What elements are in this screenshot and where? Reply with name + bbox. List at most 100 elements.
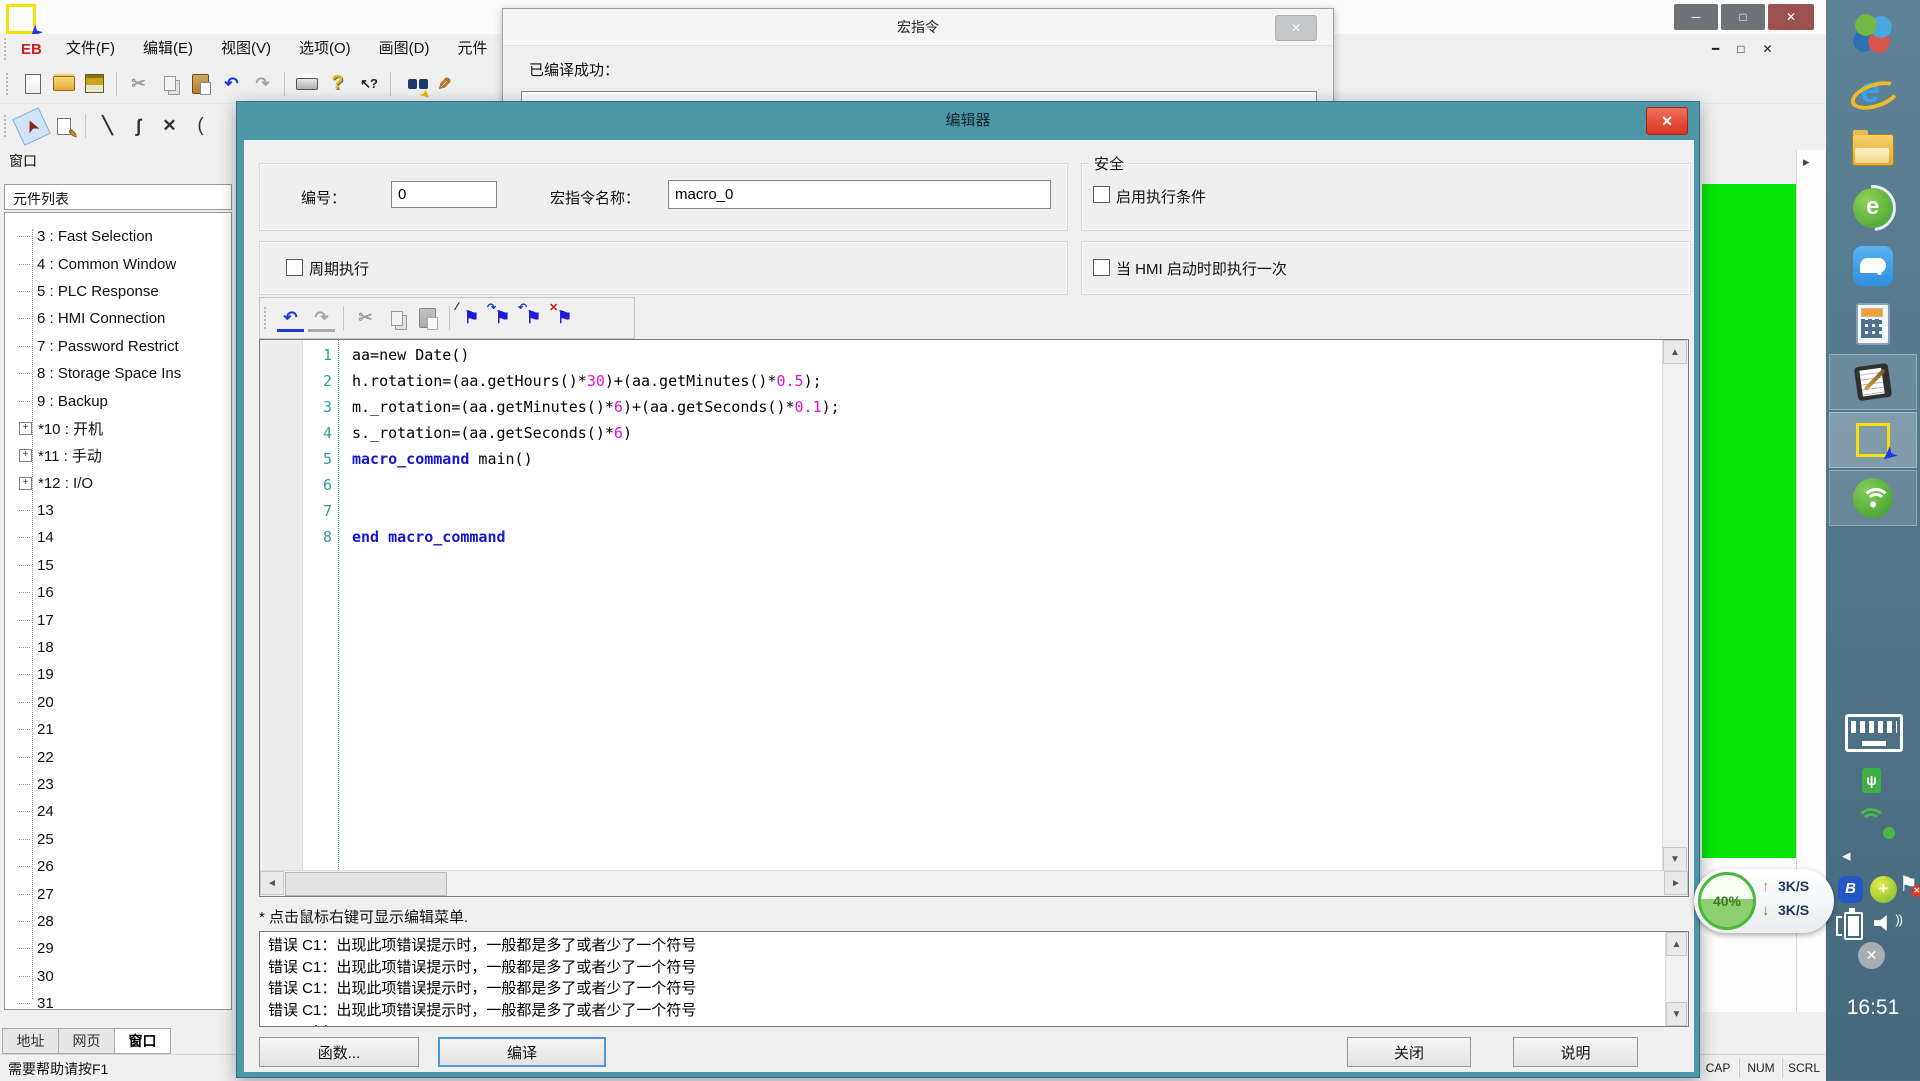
open-file-icon[interactable]: [50, 70, 77, 97]
tree-item[interactable]: 24: [5, 798, 231, 825]
tree-item[interactable]: 8 : Storage Space Ins: [5, 360, 231, 387]
tree-item[interactable]: +*11 : 手动: [5, 442, 231, 469]
pointer-icon[interactable]: ➤: [12, 107, 51, 146]
tree-item[interactable]: 27: [5, 880, 231, 907]
tree-item[interactable]: 18: [5, 634, 231, 661]
hscroll-thumb[interactable]: [285, 872, 447, 896]
tree-item[interactable]: 30: [5, 963, 231, 990]
code-line[interactable]: 5macro_command main(): [260, 450, 1640, 476]
editor-close-icon[interactable]: [1646, 107, 1688, 135]
tree-item[interactable]: 20: [5, 689, 231, 716]
curve-icon[interactable]: ʃ: [125, 113, 152, 140]
code-line[interactable]: 8end macro_command: [260, 528, 1640, 554]
copy-icon[interactable]: [156, 70, 183, 97]
tree-item[interactable]: 31: [5, 990, 231, 1010]
tree-item[interactable]: 13: [5, 497, 231, 524]
copy-icon[interactable]: [383, 305, 410, 332]
flag-prev-icon[interactable]: ⚑↶: [520, 305, 547, 332]
restore-button[interactable]: □: [1721, 4, 1765, 30]
editor-dialog-titlebar[interactable]: 编辑器: [237, 102, 1699, 140]
child-restore-button[interactable]: □: [1737, 42, 1744, 56]
code-line[interactable]: 6: [260, 476, 1640, 502]
battery-icon[interactable]: [1844, 912, 1863, 940]
find-icon[interactable]: [399, 70, 426, 97]
close-button[interactable]: 关闭: [1347, 1037, 1471, 1067]
enable-condition-checkbox[interactable]: [1093, 186, 1110, 203]
tree-item[interactable]: 15: [5, 552, 231, 579]
close-button[interactable]: ✕: [1768, 4, 1814, 30]
child-minimize-button[interactable]: ━: [1712, 42, 1719, 56]
volume-icon[interactable]: [1874, 910, 1902, 936]
tree-item[interactable]: 17: [5, 606, 231, 633]
tree-item[interactable]: +*10 : 开机: [5, 415, 231, 442]
scroll-down-icon[interactable]: ▼: [1666, 1002, 1687, 1026]
disconnect-icon[interactable]: ✕: [1858, 942, 1885, 969]
green-browser-taskbar-button[interactable]: [1829, 180, 1917, 236]
flag-next-icon[interactable]: ⚑↷: [489, 305, 516, 332]
error-line[interactable]: 错误 C1：出现此项错误提示时，一般都是多了或者少了一个符号: [260, 978, 1688, 1000]
explorer-taskbar-button[interactable]: [1829, 122, 1917, 178]
redo-icon[interactable]: ↷: [249, 70, 276, 97]
panel-tab-网页[interactable]: 网页: [58, 1028, 115, 1054]
functions-button[interactable]: 函数...: [259, 1037, 419, 1067]
tree-item[interactable]: 4 : Common Window: [5, 250, 231, 277]
code-line[interactable]: 3m._rotation=(aa.getMinutes()*6)+(aa.get…: [260, 398, 1640, 424]
help-icon[interactable]: ?: [324, 70, 351, 97]
new-file-icon[interactable]: [19, 70, 46, 97]
tree-item[interactable]: 22: [5, 743, 231, 770]
expand-plus-icon[interactable]: +: [19, 422, 32, 435]
taskbar-clock[interactable]: 16:51: [1826, 996, 1920, 1020]
polyline-icon[interactable]: ✕: [156, 113, 183, 140]
help-button[interactable]: 说明: [1513, 1037, 1638, 1067]
flag-clear-icon[interactable]: ⚑✕: [551, 305, 578, 332]
panel-tab-地址[interactable]: 地址: [2, 1028, 59, 1054]
cut-icon[interactable]: ✂: [352, 305, 379, 332]
menu-item[interactable]: 视图(V): [207, 34, 285, 64]
ie-taskbar-button[interactable]: [1829, 64, 1917, 120]
code-vscrollbar[interactable]: ▲ ▼: [1662, 340, 1688, 871]
code-line[interactable]: 1aa=new Date(): [260, 346, 1640, 372]
tree-item[interactable]: +*12 : I/O: [5, 470, 231, 497]
expand-plus-icon[interactable]: +: [19, 449, 32, 462]
tree-item[interactable]: 23: [5, 771, 231, 798]
expand-icon[interactable]: ◂: [1842, 846, 1851, 866]
notepad-taskbar-button[interactable]: [1829, 354, 1917, 410]
tree-item[interactable]: 9 : Backup: [5, 387, 231, 414]
paste-icon[interactable]: [187, 70, 214, 97]
macro-id-input[interactable]: [391, 181, 497, 208]
paste-icon[interactable]: [414, 305, 441, 332]
menu-item[interactable]: 编辑(E): [129, 34, 207, 64]
menu-item[interactable]: 选项(O): [285, 34, 365, 64]
print-icon[interactable]: [293, 70, 320, 97]
macro-dialog-close-icon[interactable]: ✕: [1275, 15, 1317, 41]
expand-plus-icon[interactable]: +: [19, 477, 32, 490]
netdisk-taskbar-button[interactable]: [1829, 238, 1917, 294]
scroll-down-icon[interactable]: ▼: [1663, 847, 1687, 871]
scroll-right-icon[interactable]: ►: [1664, 871, 1688, 895]
code-hscrollbar[interactable]: ◄ ►: [260, 870, 1688, 896]
scroll-up-icon[interactable]: ▲: [1666, 932, 1687, 956]
error-vscrollbar[interactable]: ▲ ▼: [1665, 932, 1688, 1026]
menu-item[interactable]: 元件: [444, 34, 502, 64]
tree-item[interactable]: 14: [5, 524, 231, 551]
flag-toggle-icon[interactable]: ⚑∕: [458, 305, 485, 332]
easybuilder-taskbar-button[interactable]: [1829, 412, 1917, 468]
child-close-button[interactable]: ✕: [1762, 42, 1772, 56]
tree-item[interactable]: 16: [5, 579, 231, 606]
cut-icon[interactable]: ✂: [125, 70, 152, 97]
error-line[interactable]: 错误 C1：出现此项错误提示时，一般都是多了或者少了一个符号: [260, 1000, 1688, 1022]
tree-item[interactable]: 6 : HMI Connection: [5, 305, 231, 332]
undo-icon[interactable]: ↶: [277, 305, 304, 332]
minimize-button[interactable]: ─: [1674, 4, 1718, 30]
code-line[interactable]: 2h.rotation=(aa.getHours()*30)+(aa.getMi…: [260, 372, 1640, 398]
tree-item[interactable]: 19: [5, 661, 231, 688]
bluetooth-icon[interactable]: B: [1838, 876, 1863, 903]
tree-item[interactable]: 7 : Password Restrict: [5, 333, 231, 360]
tree-item[interactable]: 28: [5, 908, 231, 935]
network-speed-widget[interactable]: 40% ↑3K/S ↓3K/S: [1694, 869, 1834, 933]
tree-item[interactable]: 25: [5, 826, 231, 853]
pen-icon[interactable]: ✎: [430, 70, 457, 97]
tree-item[interactable]: 3 : Fast Selection: [5, 223, 231, 250]
periodic-checkbox[interactable]: [286, 259, 303, 276]
error-line[interactable]: 错误 C1：出现此项错误提示时，一般都是多了或者少了一个符号: [260, 935, 1688, 957]
